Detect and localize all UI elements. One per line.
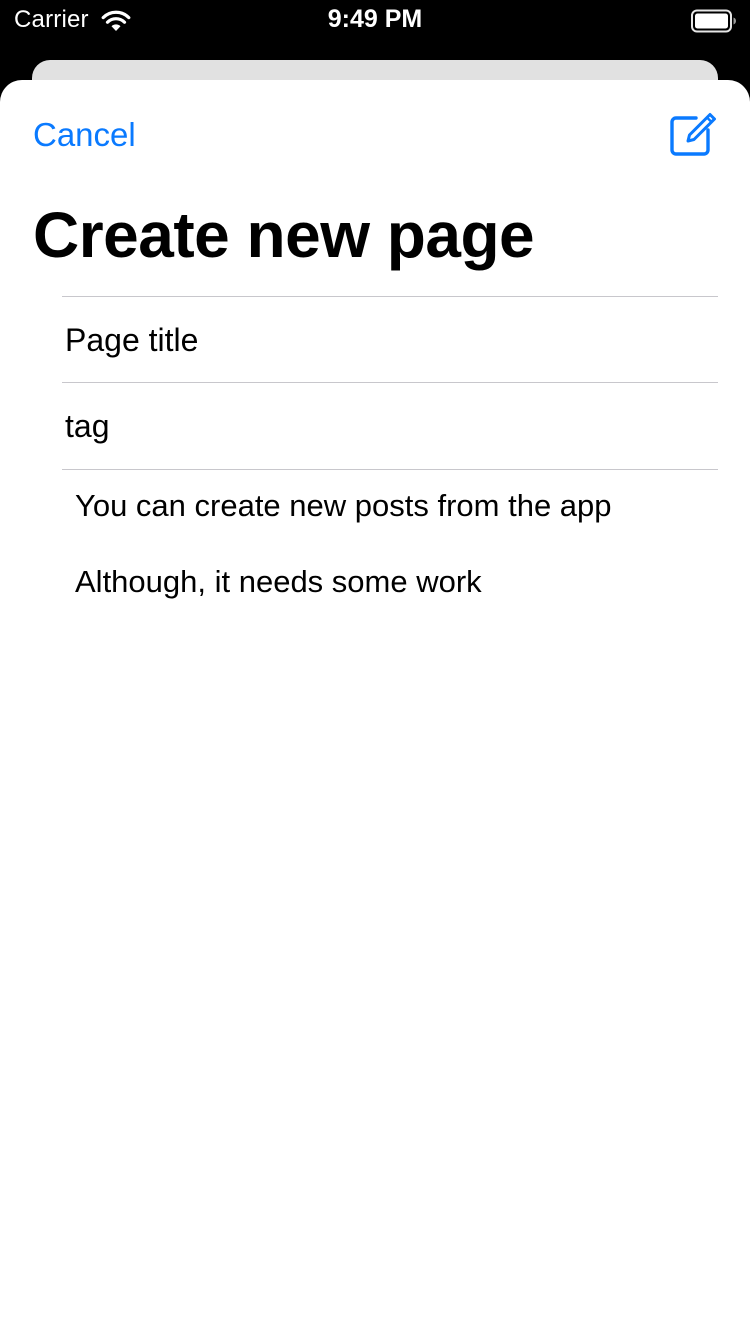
page-title: Create new page [33,199,535,271]
compose-button[interactable] [666,110,718,160]
status-time: 9:49 PM [327,5,423,33]
cancel-button[interactable]: Cancel [33,116,136,154]
page-body-editor[interactable]: You can create new posts from the app Al… [62,469,718,1230]
square-and-pencil-icon [670,113,716,156]
body-text-line: Although, it needs some work [75,564,482,599]
battery-icon [691,9,737,33]
tag-input[interactable] [65,383,705,469]
page-title-input[interactable] [65,297,705,383]
tag-field [62,382,718,469]
status-bar: Carrier 9:49 PM [0,0,750,42]
body-text-line: You can create new posts from the app [75,488,612,523]
page-title-field [62,296,718,383]
create-page-sheet: Cancel Create new page You can create ne… [0,80,750,1334]
